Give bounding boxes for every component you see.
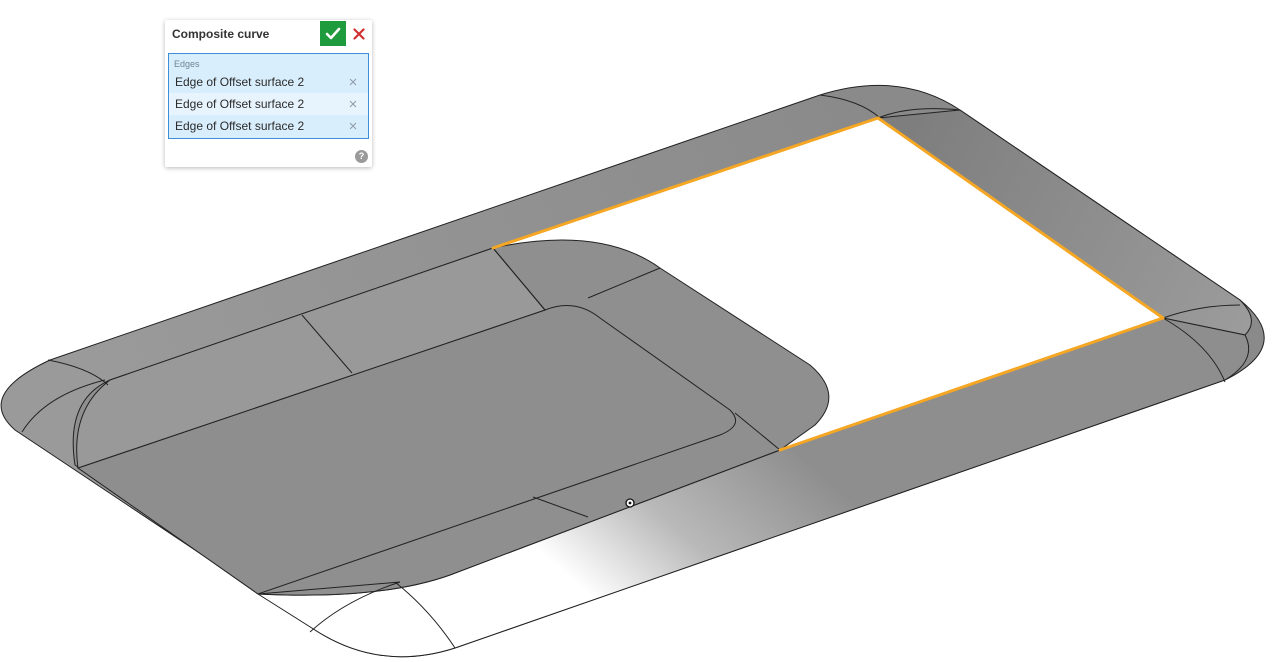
edges-label: Edges [174, 59, 200, 69]
edges-selection-list[interactable]: Edges Edge of Offset surface 2 Edge of O… [168, 53, 369, 139]
dialog-title: Composite curve [172, 27, 270, 41]
close-icon [349, 100, 357, 108]
edge-list-item[interactable]: Edge of Offset surface 2 [169, 71, 368, 93]
close-icon [349, 122, 357, 130]
remove-edge-button[interactable] [346, 119, 360, 133]
edge-item-label: Edge of Offset surface 2 [175, 97, 305, 111]
cancel-button[interactable] [349, 22, 369, 45]
edge-item-label: Edge of Offset surface 2 [175, 75, 305, 89]
edge-list-item[interactable]: Edge of Offset surface 2 [169, 93, 368, 115]
help-icon[interactable]: ? [355, 150, 368, 163]
dialog-header: Composite curve [165, 20, 372, 48]
checkmark-icon [325, 27, 341, 39]
accept-button[interactable] [320, 21, 346, 46]
target-point-icon[interactable] [625, 498, 635, 508]
close-x-icon [353, 27, 365, 40]
edge-list-item[interactable]: Edge of Offset surface 2 [169, 115, 368, 137]
edge-item-label: Edge of Offset surface 2 [175, 119, 305, 133]
close-icon [349, 78, 357, 86]
remove-edge-button[interactable] [346, 75, 360, 89]
composite-curve-dialog: Composite curve Edges Edge of Offset sur… [165, 20, 372, 167]
remove-edge-button[interactable] [346, 97, 360, 111]
